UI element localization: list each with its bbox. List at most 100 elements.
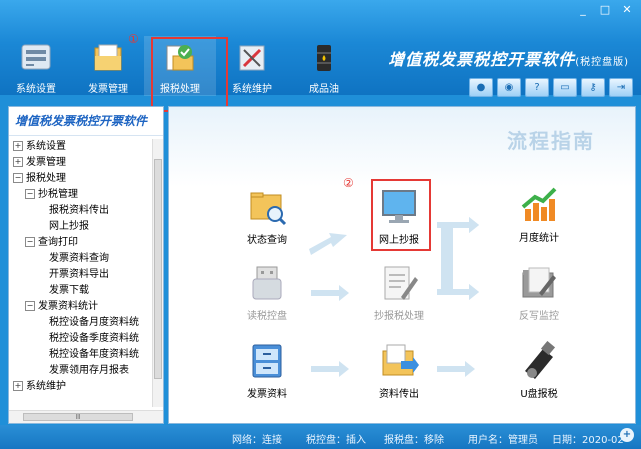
nav-tree: + 系统设置 + 发票管理 − 报税处理 − 抄税管理 报税资料传出 网上抄报 − 查询打印 发票资料查… bbox=[13, 139, 155, 395]
maintenance-icon bbox=[239, 45, 265, 71]
node-data-export[interactable]: 资料传出 bbox=[359, 341, 439, 400]
main-panel: 流程指南 状态查询 网上抄报 月度统计 读税控盘 抄报税处理 反写监控 发票资料… bbox=[168, 106, 636, 424]
node-read-taxdisk[interactable]: 读税控盘 bbox=[227, 263, 307, 322]
tree-item[interactable]: − 查询打印 bbox=[13, 235, 155, 251]
tree-item-label: 税控设备年度资料统 bbox=[49, 349, 139, 360]
tree-item[interactable]: 税控设备季度资料统 bbox=[13, 331, 155, 347]
settings-icon bbox=[21, 44, 51, 70]
node-label: 抄报税处理 bbox=[374, 311, 424, 322]
status-reportdisk: 报税盘：移除 bbox=[384, 435, 444, 446]
annotation-number-one: ① bbox=[128, 32, 139, 46]
window-controls: _ □ ✕ bbox=[573, 2, 637, 18]
node-label: 反写监控 bbox=[519, 311, 559, 322]
collapse-toggle-icon[interactable]: − bbox=[25, 237, 35, 247]
scroll-thumb[interactable]: Ⅲ bbox=[23, 413, 133, 421]
minimize-button[interactable]: _ bbox=[573, 2, 593, 18]
usb-drive-icon bbox=[252, 266, 282, 300]
tree-item[interactable]: + 系统设置 bbox=[13, 139, 155, 155]
node-status-query[interactable]: 状态查询 bbox=[227, 187, 307, 246]
highlight-box-toolbar bbox=[151, 37, 228, 112]
node-label: 月度统计 bbox=[519, 233, 559, 244]
close-button[interactable]: ✕ bbox=[617, 2, 637, 18]
tree-item[interactable]: 税控设备月度资料统 bbox=[13, 315, 155, 331]
collapse-toggle-icon[interactable]: − bbox=[13, 173, 23, 183]
expand-toggle-icon[interactable]: + bbox=[13, 141, 23, 151]
sidebar: 增值税发票税控开票软件 + 系统设置 + 发票管理 − 报税处理 − 抄税管理 报税资料传出 网上… bbox=[8, 106, 164, 424]
expand-icon[interactable]: + bbox=[620, 428, 634, 442]
user-icon[interactable]: ● bbox=[469, 78, 493, 97]
tree-item[interactable]: 发票下载 bbox=[13, 283, 155, 299]
collapse-toggle-icon[interactable]: − bbox=[25, 301, 35, 311]
node-invoice-data[interactable]: 发票资料 bbox=[227, 341, 307, 400]
tree-item[interactable]: + 系统维护 bbox=[13, 379, 155, 395]
tree-item[interactable]: 发票资料查询 bbox=[13, 251, 155, 267]
node-label: 资料传出 bbox=[379, 389, 419, 400]
tree-item[interactable]: 税控设备年度资料统 bbox=[13, 347, 155, 363]
help-icon[interactable]: ? bbox=[525, 78, 549, 97]
status-date: 日期：2020-02- bbox=[552, 435, 628, 446]
annotation-number-two: ② bbox=[343, 176, 354, 190]
tree-item[interactable]: − 报税处理 bbox=[13, 171, 155, 187]
tree-item-label: 查询打印 bbox=[38, 237, 78, 248]
sidebar-title: 增值税发票税控开票软件 bbox=[9, 107, 163, 136]
node-label: 读税控盘 bbox=[247, 311, 287, 322]
document-edit-icon bbox=[384, 266, 418, 300]
tree-item-label: 发票管理 bbox=[26, 157, 66, 168]
expand-toggle-icon[interactable]: + bbox=[13, 157, 23, 167]
folder-edit-icon bbox=[522, 267, 556, 298]
tree-item[interactable]: 发票领用存月报表 bbox=[13, 363, 155, 379]
key-icon[interactable]: ⚷ bbox=[581, 78, 605, 97]
status-user: 用户名：管理员 bbox=[468, 435, 538, 446]
maximize-button[interactable]: □ bbox=[595, 2, 615, 18]
tree-item[interactable]: − 发票资料统计 bbox=[13, 299, 155, 315]
tree-item-label: 发票资料统计 bbox=[38, 301, 98, 312]
status-network: 网络：连接 bbox=[232, 435, 282, 446]
scroll-thumb[interactable] bbox=[154, 159, 162, 379]
app-title-text: 增值税发票税控开票软件 bbox=[388, 50, 576, 69]
network-icon[interactable]: ◉ bbox=[497, 78, 521, 97]
toolbar-refined-oil[interactable]: 成品油 bbox=[288, 36, 360, 96]
tree-item[interactable]: 网上抄报 bbox=[13, 219, 155, 235]
toolbar-label: 系统维护 bbox=[232, 84, 272, 95]
collapse-toggle-icon[interactable]: − bbox=[25, 189, 35, 199]
tree-item-label: 开票资料导出 bbox=[49, 269, 109, 280]
expand-toggle-icon[interactable]: + bbox=[13, 381, 23, 391]
tree-item[interactable]: + 发票管理 bbox=[13, 155, 155, 171]
quick-tools: ● ◉ ? ▭ ⚷ ⇥ bbox=[469, 78, 633, 97]
tree-item-label: 税控设备月度资料统 bbox=[49, 317, 139, 328]
vertical-scrollbar[interactable] bbox=[152, 139, 163, 407]
tree-item-label: 系统设置 bbox=[26, 141, 66, 152]
usb-key-icon bbox=[525, 341, 556, 379]
app-window: _ □ ✕ 系统设置 发票管理 报税处理 系统维护 成品油 增值税发票税控开票软… bbox=[0, 0, 641, 449]
tree-item-label: 发票领用存月报表 bbox=[49, 365, 129, 376]
tree-item[interactable]: 开票资料导出 bbox=[13, 267, 155, 283]
toolbar-label: 发票管理 bbox=[88, 84, 128, 95]
tree-item-label: 税控设备季度资料统 bbox=[49, 333, 139, 344]
horizontal-scrollbar[interactable]: Ⅲ bbox=[9, 410, 163, 423]
status-taxdisk: 税控盘：插入 bbox=[306, 435, 366, 446]
toolbar-label: 成品油 bbox=[309, 84, 339, 95]
node-label: U盘报税 bbox=[520, 389, 558, 400]
folder-search-icon bbox=[250, 192, 287, 226]
tree-item-label: 抄税管理 bbox=[38, 189, 78, 200]
node-label: 发票资料 bbox=[247, 389, 287, 400]
tree-item-label: 发票资料查询 bbox=[49, 253, 109, 264]
title-bar: _ □ ✕ 系统设置 发票管理 报税处理 系统维护 成品油 增值税发票税控开票软… bbox=[0, 0, 641, 97]
tree-item[interactable]: − 抄税管理 bbox=[13, 187, 155, 203]
window-icon[interactable]: ▭ bbox=[553, 78, 577, 97]
chart-growth-icon bbox=[521, 187, 557, 221]
cabinet-icon bbox=[252, 344, 282, 378]
tree-item-label: 系统维护 bbox=[26, 381, 66, 392]
tree-item-label: 报税资料传出 bbox=[49, 205, 109, 216]
toolbar-system-settings[interactable]: 系统设置 bbox=[0, 36, 72, 96]
exit-icon[interactable]: ⇥ bbox=[609, 78, 633, 97]
node-write-monitor[interactable]: 反写监控 bbox=[499, 263, 579, 322]
oil-barrel-icon bbox=[317, 45, 331, 71]
tree-item[interactable]: 报税资料传出 bbox=[13, 203, 155, 219]
invoice-folder-icon bbox=[94, 44, 122, 71]
folder-export-icon bbox=[382, 344, 419, 376]
node-monthly-stats[interactable]: 月度统计 bbox=[499, 185, 579, 244]
node-u-disk-report[interactable]: U盘报税 bbox=[499, 341, 579, 400]
status-bar: 网络：连接 税控盘：插入 报税盘：移除 用户名：管理员 日期：2020-02- … bbox=[0, 425, 641, 449]
node-copy-report-process[interactable]: 抄报税处理 bbox=[359, 263, 439, 322]
